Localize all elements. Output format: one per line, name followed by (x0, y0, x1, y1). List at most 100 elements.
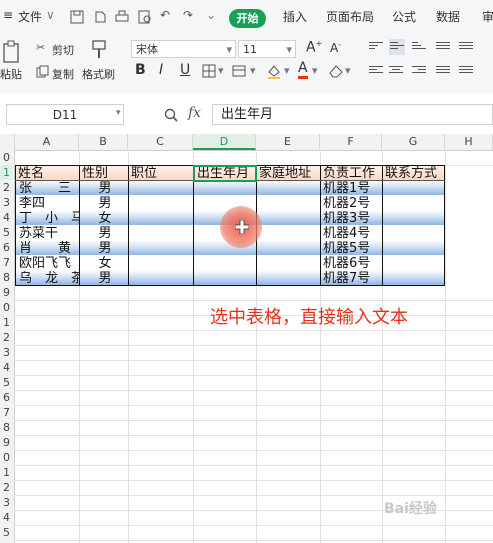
cell-work[interactable]: 机器5号 (321, 241, 382, 256)
clear-format-icon[interactable] (328, 63, 344, 79)
cut-button[interactable]: 剪切 (52, 42, 74, 58)
row-header[interactable]: 2 (0, 180, 13, 195)
scissors-icon[interactable]: ✂ (36, 41, 45, 54)
copy-button[interactable]: 复制 (52, 66, 74, 82)
fill-color-icon[interactable] (266, 63, 282, 79)
align-middle-icon[interactable] (389, 39, 405, 55)
header-cell-address[interactable]: 家庭地址 (257, 166, 320, 181)
row-header[interactable]: 9 (0, 285, 13, 300)
header-cell-contact[interactable]: 联系方式 (383, 166, 444, 181)
zoom-icon[interactable] (164, 108, 178, 122)
name-box[interactable]: D11 (6, 104, 124, 125)
cell-name[interactable]: 欧阳飞飞 (17, 256, 79, 271)
hamburger-icon[interactable]: ≡ (3, 8, 13, 22)
chevron-down-icon[interactable]: ∨ (46, 8, 55, 22)
row-header[interactable]: 2 (0, 480, 13, 495)
cell-name[interactable]: 苏菜干 (17, 226, 79, 241)
header-cell-gender[interactable]: 性别 (80, 166, 128, 181)
row-header[interactable]: 8 (0, 420, 13, 435)
export-icon[interactable] (93, 10, 107, 24)
formula-input[interactable]: 出生年月 (212, 104, 493, 125)
chevron-down-icon[interactable]: ▾ (250, 64, 256, 77)
copy-icon[interactable] (36, 65, 49, 78)
column-header-d[interactable]: D (193, 134, 256, 150)
customize-toolbar-icon[interactable]: ⌄ (206, 8, 216, 22)
justify-icon[interactable] (436, 66, 450, 77)
column-header-b[interactable]: B (79, 134, 128, 150)
tab-formulas[interactable]: 公式 (392, 8, 416, 25)
tab-insert[interactable]: 插入 (283, 8, 307, 25)
paste-icon[interactable] (2, 40, 22, 64)
cell-name[interactable]: 乌 龙 茶 (17, 271, 79, 286)
save-icon[interactable] (70, 10, 84, 24)
tab-start[interactable]: 开始 (229, 9, 266, 28)
cell-name[interactable]: 李四 (17, 196, 79, 211)
cell-gender[interactable]: 男 (80, 226, 128, 241)
decrease-font-button[interactable]: A- (330, 40, 341, 55)
header-cell-work[interactable]: 负责工作 (321, 166, 382, 181)
align-left-icon[interactable] (369, 66, 383, 77)
decrease-indent-icon[interactable] (436, 42, 450, 53)
font-family-select[interactable]: 宋体 ▾ (131, 40, 236, 58)
row-header[interactable]: 0 (0, 300, 13, 315)
row-header[interactable]: 4 (0, 360, 13, 375)
bold-button[interactable]: B (135, 62, 146, 78)
header-cell-position[interactable]: 职位 (129, 166, 193, 181)
row-header[interactable]: 2 (0, 330, 13, 345)
select-all-corner[interactable] (0, 134, 15, 150)
redo-icon[interactable]: ↷ (183, 8, 193, 22)
undo-icon[interactable]: ↶ (160, 8, 170, 22)
chevron-down-icon[interactable]: ▾ (312, 64, 318, 77)
column-header-a[interactable]: A (15, 134, 79, 150)
file-menu[interactable]: 文件 (18, 8, 42, 25)
row-header[interactable]: 7 (0, 405, 13, 420)
cell-work[interactable]: 机器1号 (321, 181, 382, 196)
align-right-icon[interactable] (412, 66, 426, 77)
print-icon[interactable] (115, 10, 129, 24)
cell-gender[interactable]: 男 (80, 241, 128, 256)
row-header[interactable]: 6 (0, 240, 13, 255)
active-cell-birth-date[interactable]: 出生年月 (193, 165, 257, 182)
row-header[interactable]: 8 (0, 270, 13, 285)
tab-review[interactable]: 审 (482, 8, 493, 25)
cell-name[interactable]: 肖 黄 (17, 241, 79, 256)
cell-work[interactable]: 机器3号 (321, 211, 382, 226)
row-header[interactable]: 5 (0, 225, 13, 240)
column-header-f[interactable]: F (320, 134, 382, 150)
cell-name[interactable]: 丁 小 马 (17, 211, 79, 226)
row-header[interactable]: 0 (0, 150, 13, 165)
tab-page-layout[interactable]: 页面布局 (326, 8, 374, 25)
row-header[interactable]: 3 (0, 345, 13, 360)
row-header[interactable]: 0 (0, 450, 13, 465)
tab-data[interactable]: 数据 (436, 8, 460, 25)
row-header[interactable]: 3 (0, 195, 13, 210)
chevron-down-icon[interactable]: ▾ (345, 64, 351, 77)
chevron-down-icon[interactable]: ▾ (284, 64, 290, 77)
distributed-align-icon[interactable] (459, 66, 473, 77)
row-header[interactable]: 6 (0, 390, 13, 405)
italic-button[interactable]: I (159, 62, 163, 78)
borders-icon[interactable] (202, 64, 216, 78)
row-header[interactable]: 1 (0, 315, 13, 330)
increase-font-button[interactable]: A+ (306, 39, 322, 56)
cell-work[interactable]: 机器7号 (321, 271, 382, 286)
cell-gender[interactable]: 男 (80, 271, 128, 286)
row-header[interactable]: 7 (0, 255, 13, 270)
row-header[interactable]: 5 (0, 375, 13, 390)
cell-gender[interactable]: 男 (80, 181, 128, 196)
format-painter-icon[interactable] (90, 40, 108, 60)
column-header-c[interactable]: C (128, 134, 193, 150)
underline-button[interactable]: U (180, 62, 190, 78)
row-header[interactable]: 5 (0, 525, 13, 540)
cell-work[interactable]: 机器4号 (321, 226, 382, 241)
row-header[interactable]: 4 (0, 510, 13, 525)
row-header[interactable]: 9 (0, 435, 13, 450)
print-preview-icon[interactable] (138, 10, 152, 24)
column-header-h[interactable]: H (445, 134, 493, 150)
row-header[interactable]: 3 (0, 495, 13, 510)
fx-button[interactable]: fx (188, 105, 201, 121)
cell-style-icon[interactable] (232, 64, 248, 78)
row-header[interactable]: 1 (0, 165, 13, 180)
row-header[interactable]: 1 (0, 465, 13, 480)
column-header-g[interactable]: G (382, 134, 445, 150)
